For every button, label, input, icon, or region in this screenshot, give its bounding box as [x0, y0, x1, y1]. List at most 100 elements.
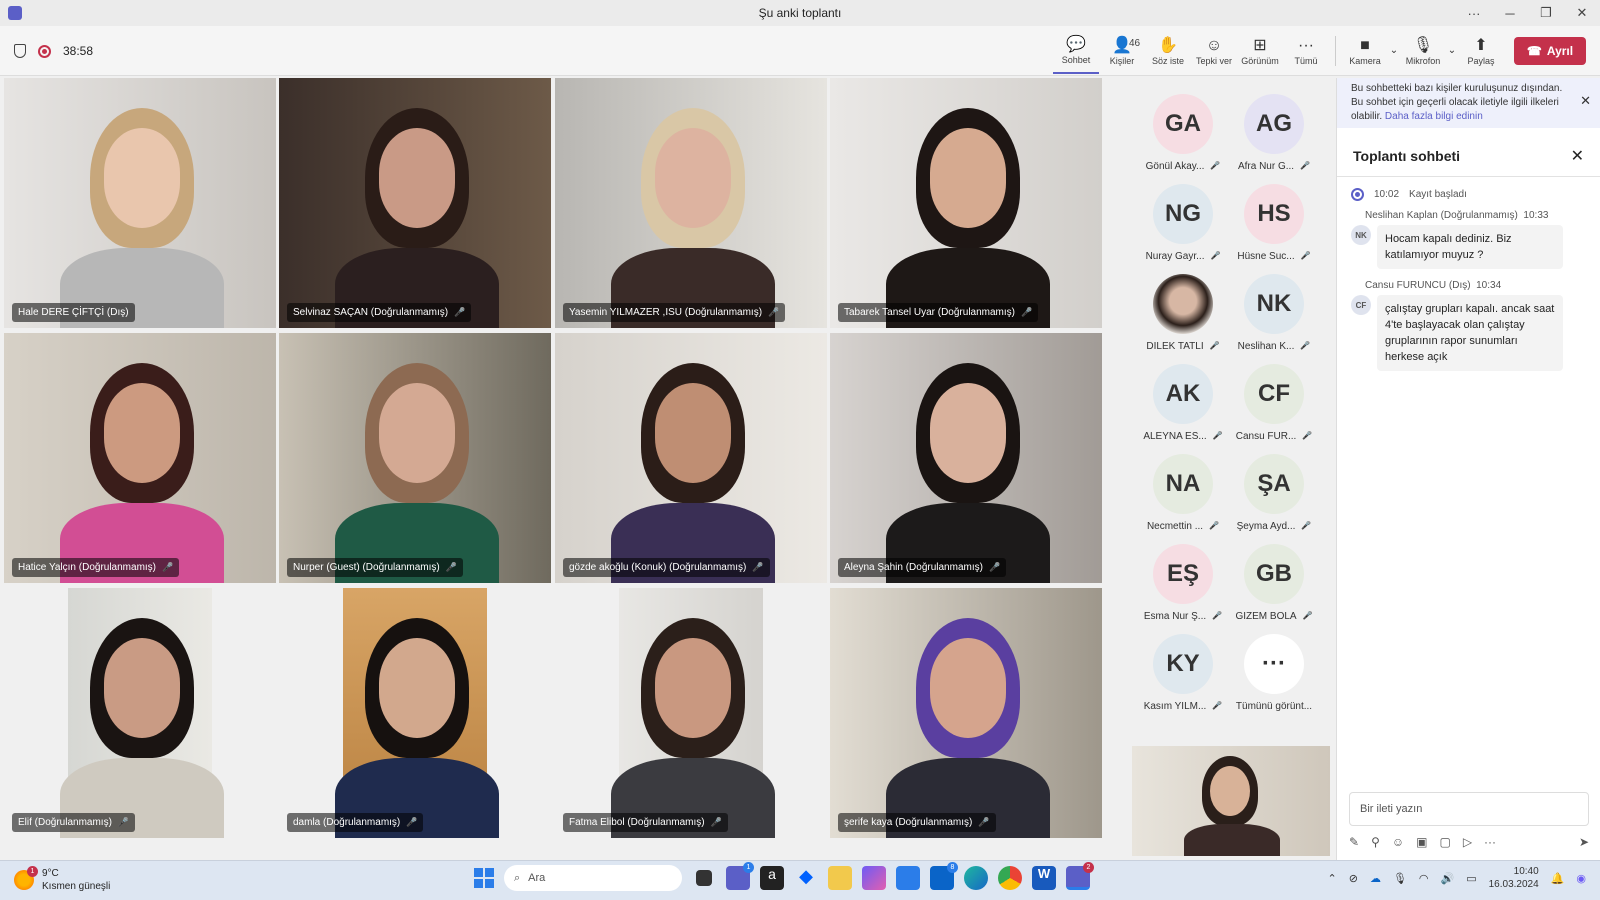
copilot-tray-icon[interactable]: ◉: [1576, 872, 1586, 885]
roster-avatar[interactable]: GA Gönül Akay... 🎤: [1138, 84, 1228, 174]
battery-icon[interactable]: ▭: [1466, 872, 1476, 885]
volume-icon[interactable]: 🔊: [1441, 872, 1455, 885]
participant-name-label: gözde akoğlu (Konuk) (Doğrulanmamış) 🎤: [563, 558, 770, 577]
chat-message[interactable]: Neslihan Kaplan (Doğrulanmamış) 10:33 NK…: [1351, 210, 1563, 269]
mic-button[interactable]: 🎙 Mikrofon: [1400, 28, 1446, 74]
teams-app-icon: [8, 6, 22, 20]
emoji-icon[interactable]: ☺: [1392, 835, 1404, 849]
clock[interactable]: 10:40 16.03.2024: [1489, 865, 1539, 891]
dropbox-icon[interactable]: ◆: [794, 866, 818, 890]
video-tile[interactable]: Yasemin YILMAZER ,ISU (Doğrulanmamış) 🎤: [555, 78, 827, 328]
more-icon[interactable]: ···: [1484, 835, 1496, 849]
roster-avatar[interactable]: HS Hüsne Suc... 🎤: [1229, 174, 1319, 264]
close-chat-icon[interactable]: ✕: [1571, 146, 1584, 166]
restore-button[interactable]: ❐: [1528, 0, 1564, 26]
video-tile[interactable]: şerife kaya (Doğrulanmamış) 🎤: [830, 588, 1102, 838]
chevron-up-icon[interactable]: ⌃: [1328, 872, 1337, 885]
file-explorer-icon[interactable]: [828, 866, 852, 890]
format-icon[interactable]: ✎: [1349, 835, 1359, 849]
roster-avatar[interactable]: NA Necmettin ... 🎤: [1138, 444, 1228, 534]
people-button[interactable]: 👤 46 Kişiler: [1099, 28, 1145, 74]
video-tile[interactable]: damla (Doğrulanmamış) 🎤: [279, 588, 551, 838]
react-button[interactable]: ☺ Tepki ver: [1191, 28, 1237, 74]
roster-avatar[interactable]: AK ALEYNA ES... 🎤: [1138, 354, 1228, 444]
participant-name-label: şerife kaya (Doğrulanmamış) 🎤: [838, 813, 996, 832]
roster-avatar[interactable]: AG Afra Nur G... 🎤: [1229, 84, 1319, 174]
sticker-icon[interactable]: ▢: [1439, 835, 1450, 849]
store-icon[interactable]: [896, 866, 920, 890]
mic-off-icon: 🎤: [752, 562, 764, 572]
chat-button[interactable]: 💬 Sohbet: [1053, 28, 1099, 74]
taskbar-search[interactable]: ⌕ Ara: [504, 865, 682, 891]
roster-avatar[interactable]: GB GİZEM BOLA 🎤: [1229, 534, 1319, 624]
more-options-icon[interactable]: ···: [1456, 0, 1492, 26]
roster-avatar[interactable]: ŞA Şeyma Ayd... 🎤: [1229, 444, 1319, 534]
camera-button[interactable]: ■ Kamera: [1342, 28, 1388, 74]
view-all-button[interactable]: ··· Tümünü görünt...: [1229, 624, 1319, 714]
mic-options-chevron[interactable]: ⌄: [1446, 28, 1458, 74]
mic-off-icon: 🎤: [1300, 251, 1311, 260]
video-tile[interactable]: Elif (Doğrulanmamış) 🎤: [4, 588, 276, 838]
participant-name-label: Hale DERE ÇİFTÇİ (Dış): [12, 303, 135, 322]
edge-icon[interactable]: [964, 866, 988, 890]
share-icon: ⬆: [1474, 37, 1488, 54]
teams-icon[interactable]: 2: [1066, 862, 1094, 890]
video-tile[interactable]: Tabarek Tansel Uyar (Doğrulanmamış) 🎤: [830, 78, 1102, 328]
loop-icon[interactable]: ▷: [1463, 835, 1472, 849]
roster-avatar[interactable]: NK Neslihan K... 🎤: [1229, 264, 1319, 354]
learn-more-link[interactable]: Daha fazla bilgi edinin: [1385, 111, 1483, 122]
start-button[interactable]: [474, 868, 494, 888]
roster-avatar[interactable]: CF Cansu FUR... 🎤: [1229, 354, 1319, 444]
chat-message[interactable]: Cansu FURUNCU (Dış) 10:34 CF çalıştay gru…: [1351, 280, 1563, 371]
mic-off-icon: 🎤: [162, 562, 174, 572]
self-view-video[interactable]: [1132, 746, 1330, 856]
roster-avatar[interactable]: DİLEK TATLI 🎤: [1138, 264, 1228, 354]
mic-off-icon: 🎙: [1412, 37, 1434, 54]
divider: [1337, 176, 1600, 177]
video-tile[interactable]: Selvinaz SAÇAN (Doğrulanmamış) 🎤: [279, 78, 551, 328]
weather-widget[interactable]: 1 9°C Kısmen güneşli: [14, 866, 110, 893]
notification-bell-icon[interactable]: 🔔: [1551, 872, 1565, 885]
video-tile[interactable]: Aleyna Şahin (Doğrulanmamış) 🎤: [830, 333, 1102, 583]
more-button[interactable]: ··· Tümü: [1283, 28, 1329, 74]
leave-button[interactable]: ☎ Ayrıl: [1514, 37, 1586, 65]
view-button[interactable]: ⊞ Görünüm: [1237, 28, 1283, 74]
video-tile[interactable]: Nurper (Guest) (Doğrulanmamış) 🎤: [279, 333, 551, 583]
shield-icon[interactable]: [14, 44, 26, 58]
minimize-button[interactable]: ─: [1492, 0, 1528, 26]
raise-hand-button[interactable]: ✋ Söz iste: [1145, 28, 1191, 74]
video-tile[interactable]: Fatma Elibol (Doğrulanmamış) 🎤: [555, 588, 827, 838]
participant-name-label: Nurper (Guest) (Doğrulanmamış) 🎤: [287, 558, 463, 577]
share-button[interactable]: ⬆ Paylaş: [1458, 28, 1504, 74]
close-window-button[interactable]: ✕: [1564, 0, 1600, 26]
roster-avatar[interactable]: EŞ Esma Nur Ş... 🎤: [1138, 534, 1228, 624]
gif-icon[interactable]: ▣: [1416, 835, 1427, 849]
video-tile[interactable]: Hatice Yalçın (Doğrulanmamış) 🎤: [4, 333, 276, 583]
app-tray-icon[interactable]: ⊘: [1349, 872, 1358, 885]
task-view-icon[interactable]: [696, 870, 712, 886]
attach-icon[interactable]: ⚲: [1371, 835, 1380, 849]
onedrive-icon[interactable]: ☁: [1370, 872, 1381, 885]
recording-icon: [38, 44, 51, 58]
send-icon[interactable]: ➤: [1579, 835, 1589, 849]
mic-off-icon: 🎤: [1302, 431, 1313, 440]
video-tile[interactable]: Hale DERE ÇİFTÇİ (Dış): [4, 78, 276, 328]
video-tile[interactable]: gözde akoğlu (Konuk) (Doğrulanmamış) 🎤: [555, 333, 827, 583]
word-icon[interactable]: W: [1032, 866, 1056, 890]
copilot-icon[interactable]: [862, 866, 886, 890]
chrome-icon[interactable]: [998, 866, 1022, 890]
close-icon[interactable]: ✕: [1580, 94, 1591, 108]
avatar: EŞ: [1153, 544, 1213, 604]
message-meta: Cansu FURUNCU (Dış) 10:34: [1365, 280, 1502, 291]
roster-avatar[interactable]: NG Nuray Gayr... 🎤: [1138, 174, 1228, 264]
teams-chat-icon[interactable]: 1: [726, 862, 754, 890]
participant-name-label: Yasemin YILMAZER ,ISU (Doğrulanmamış) 🎤: [563, 303, 786, 322]
message-compose-box[interactable]: Bir ileti yazın: [1349, 792, 1589, 826]
wifi-icon[interactable]: ◠: [1419, 872, 1429, 885]
mail-icon[interactable]: 8: [930, 862, 958, 890]
microphone-icon[interactable]: 🎙: [1393, 872, 1407, 885]
camera-options-chevron[interactable]: ⌄: [1388, 28, 1400, 74]
avatar: [1153, 274, 1213, 334]
amazon-icon[interactable]: a: [760, 866, 784, 890]
roster-avatar[interactable]: KY Kasım YILM... 🎤: [1138, 624, 1228, 714]
